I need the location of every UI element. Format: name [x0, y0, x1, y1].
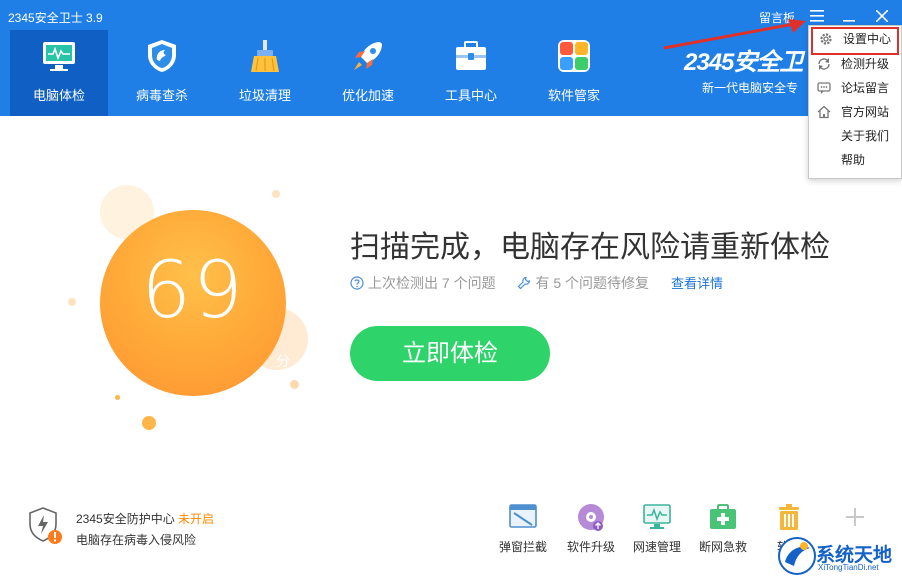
protection-name: 2345安全防护中心: [76, 512, 175, 526]
wrench-icon: [518, 276, 531, 290]
score-value: 69: [141, 246, 245, 336]
toolbox-icon: [456, 41, 486, 70]
settings-dropdown: 设置中心 检测升级 论坛留言 官方网站 关于我们 帮助: [808, 25, 902, 179]
menu-icon: [810, 10, 824, 22]
close-icon: [875, 9, 889, 23]
score-orb: 69 分: [100, 210, 290, 396]
issues-pending: 有 5 个问题待修复: [517, 273, 649, 293]
nav-label: 病毒查杀: [135, 88, 188, 103]
tool-network-speed[interactable]: 网速管理: [624, 498, 690, 558]
nav-item-tool-center[interactable]: 工具中心: [422, 30, 520, 116]
score-area: 69 分: [60, 175, 340, 435]
protection-warning: 电脑存在病毒入侵风险: [76, 533, 197, 547]
tool-label: 断网急救: [698, 540, 747, 554]
gear-icon: [820, 33, 832, 45]
monitor-icon: [43, 42, 75, 71]
apps-icon: [558, 40, 590, 72]
decor-bubble: [272, 190, 280, 198]
chat-icon: [817, 82, 831, 94]
nav-item-cleanup[interactable]: 垃圾清理: [216, 30, 314, 116]
watermark-logo-icon: [778, 537, 816, 575]
menu-item-label: 论坛留言: [841, 81, 890, 95]
minimize-button[interactable]: [838, 5, 860, 27]
protection-status: 2345安全防护中心 未开启: [76, 510, 214, 527]
menu-item-settings[interactable]: 设置中心: [811, 27, 899, 55]
shield-icon: [148, 40, 176, 72]
nav-item-checkup[interactable]: 电脑体检: [10, 30, 108, 116]
minimize-icon: [843, 20, 855, 22]
score-unit: 分: [276, 353, 290, 369]
menu-item-label: 设置中心: [843, 32, 892, 46]
view-details-link[interactable]: 查看详情: [671, 276, 723, 291]
refresh-icon: [818, 58, 830, 70]
site-watermark: 系统天地 XiTongTianDi.net: [778, 530, 902, 580]
annotation-arrow: [663, 19, 806, 50]
broom-icon: [251, 40, 279, 72]
decor-bubble: [142, 416, 156, 430]
decor-bubble: [68, 298, 76, 306]
protection-shield-icon: [29, 507, 62, 544]
home-icon: [817, 105, 831, 119]
nav-label: 垃圾清理: [238, 88, 291, 103]
nav-item-software-manager[interactable]: 软件管家: [525, 30, 623, 116]
menu-item-label: 检测升级: [841, 57, 890, 71]
nav-label: 工具中心: [444, 88, 497, 103]
network-speed-icon: [643, 504, 671, 529]
network-rescue-icon: [710, 504, 736, 529]
software-upgrade-icon: [578, 504, 604, 531]
status-summary: 上次检测出 7 个问题 有 5 个问题待修复 查看详情: [350, 273, 723, 293]
menu-item-label: 关于我们: [841, 129, 890, 143]
decor-bubble: [115, 395, 120, 400]
nav-label: 优化加速: [341, 88, 394, 103]
tool-label: 弹窗拦截: [498, 540, 547, 554]
menu-item-check-update[interactable]: 检测升级: [809, 52, 901, 76]
brand-slogan: 新一代电脑安全专: [702, 81, 799, 95]
question-icon: [350, 276, 364, 290]
nav-label: 软件管家: [547, 88, 600, 103]
close-button[interactable]: [871, 5, 893, 27]
rocket-icon: [354, 42, 382, 70]
menu-item-label: 官方网站: [841, 105, 890, 119]
scan-now-button[interactable]: 立即体检: [350, 326, 550, 381]
protection-state[interactable]: 未开启: [178, 512, 214, 526]
issues-pending-text: 有 5 个问题待修复: [535, 275, 650, 291]
status-title: 扫描完成，电脑存在风险请重新体检: [350, 231, 830, 264]
issues-found-text: 上次检测出 7 个问题: [368, 275, 496, 291]
nav-item-virus-scan[interactable]: 病毒查杀: [113, 30, 211, 116]
issues-found: 上次检测出 7 个问题: [350, 273, 496, 293]
menu-item-website[interactable]: 官方网站: [809, 100, 901, 124]
tool-label: 网速管理: [632, 540, 681, 554]
decor-bubble: [290, 380, 299, 389]
tool-popup-block[interactable]: 弹窗拦截: [490, 498, 556, 558]
watermark-url: XiTongTianDi.net: [818, 563, 879, 572]
nav-item-speedup[interactable]: 优化加速: [319, 30, 417, 116]
tool-label: 软件升级: [566, 540, 615, 554]
menu-item-forum[interactable]: 论坛留言: [809, 76, 901, 100]
tool-software-upgrade[interactable]: 软件升级: [558, 498, 624, 558]
app-title: 2345安全卫士 3.9: [8, 11, 103, 25]
add-icon: [846, 508, 864, 526]
nav-label: 电脑体检: [32, 88, 85, 103]
menu-item-label: 帮助: [841, 153, 866, 167]
menu-item-about[interactable]: 关于我们: [809, 124, 901, 148]
tool-network-rescue[interactable]: 断网急救: [690, 498, 756, 558]
popup-block-icon: [509, 504, 537, 528]
menu-item-help[interactable]: 帮助: [809, 148, 901, 172]
trash-icon: [779, 504, 799, 530]
